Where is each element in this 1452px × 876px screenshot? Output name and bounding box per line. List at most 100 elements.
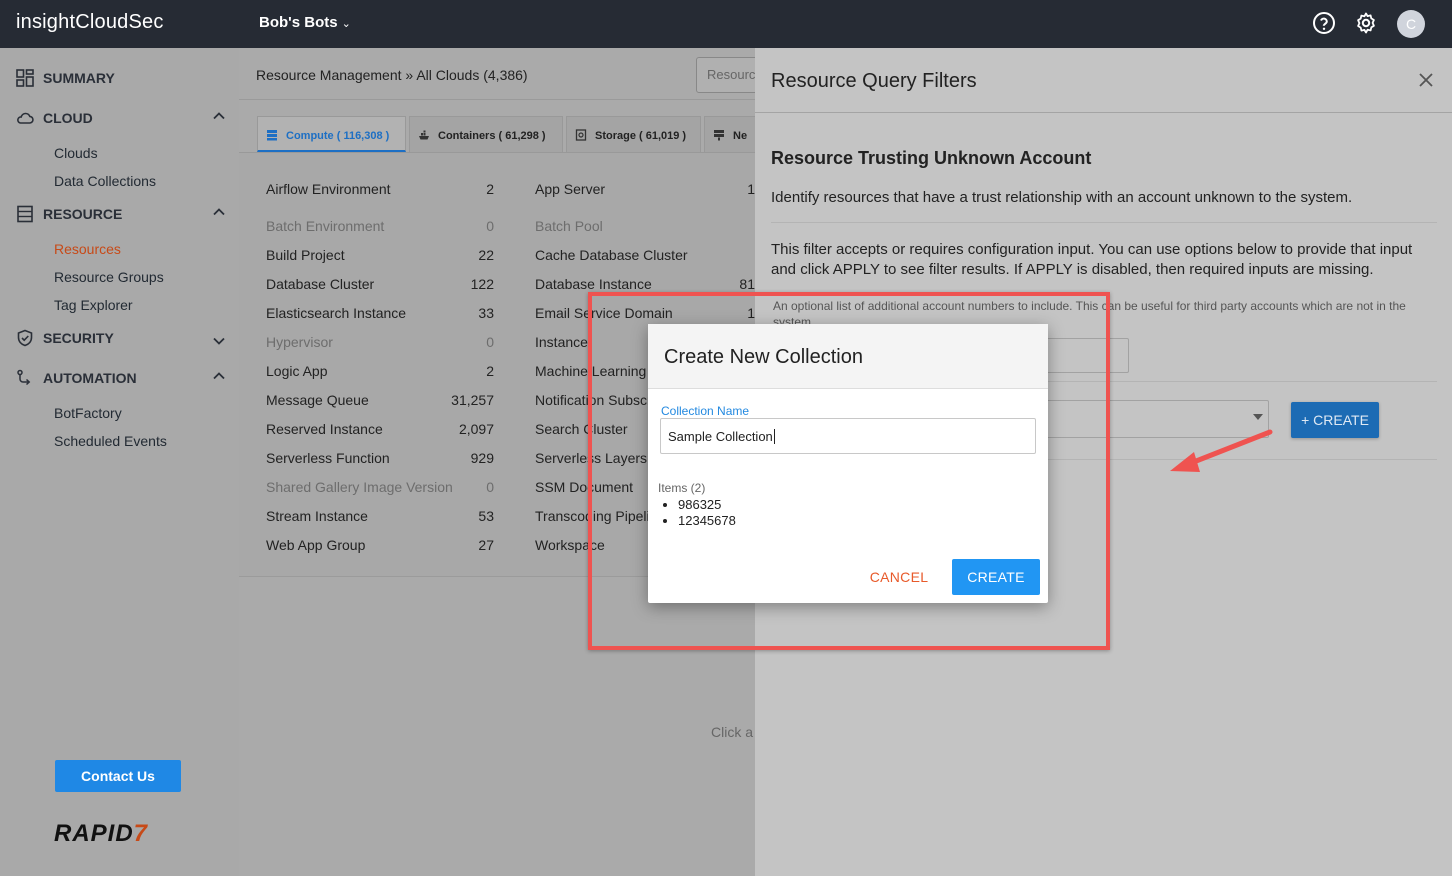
containers-icon [419,130,429,140]
resource-type-link[interactable]: Reserved Instance [266,421,383,437]
resource-type-link[interactable]: Search Cluster [535,421,628,437]
sidebar-item-clouds[interactable]: Clouds [54,145,98,161]
chevron-down-icon[interactable] [212,334,226,348]
resource-type-link[interactable]: Build Project [266,247,345,263]
close-icon[interactable] [1418,72,1434,88]
resource-count: 929 [470,450,494,466]
divider [771,222,1437,223]
sidebar-section-label: SECURITY [43,330,114,346]
resource-type-link[interactable]: Database Instance [535,276,652,292]
tab-label: Storage ( 61,019 ) [595,130,687,142]
filter-input-hint: An optional list of additional account n… [773,299,1406,326]
help-icon[interactable] [1312,11,1336,35]
resource-type-link[interactable]: Serverless Function [266,450,390,466]
org-name: Bob's Bots [259,14,338,31]
sidebar-item-scheduled-events[interactable]: Scheduled Events [54,433,167,449]
modal-title: Create New Collection [664,346,863,368]
sidebar-section-security[interactable]: SECURITY [16,328,114,348]
resource-type-link[interactable]: Web App Group [266,537,365,553]
resource-type-link[interactable]: Machine Learning [535,363,646,379]
drawer-title: Resource Query Filters [771,70,977,92]
tab-label: Compute ( 116,308 ) [286,130,390,142]
resource-type-link[interactable]: Serverless Layers [535,450,647,466]
resource-type-link[interactable]: Logic App [266,363,328,379]
tab-label: Containers ( 61,298 ) [438,130,546,142]
storage-icon [575,129,587,141]
sidebar-item-resource-groups[interactable]: Resource Groups [54,269,164,285]
resource-type-link[interactable]: Email Service Domain [535,305,673,321]
cloud-icon [17,112,34,124]
resource-count: 0 [486,479,494,495]
filter-note: This filter accepts or requires configur… [771,241,1413,278]
automation-icon [17,369,31,386]
resource-count: 81 [739,276,755,292]
sidebar-item-tag-explorer[interactable]: Tag Explorer [54,297,133,313]
items-label: Items (2) [658,481,706,495]
sidebar-section-label: RESOURCE [43,206,123,222]
sidebar-section-cloud[interactable]: CLOUD [16,108,93,128]
resource-type-link[interactable]: Database Cluster [266,276,374,292]
resource-type-link[interactable]: SSM Document [535,479,633,495]
resource-type-link[interactable]: Airflow Environment [266,181,391,197]
resource-type-link[interactable]: Transcoding Pipeli [535,508,650,524]
resource-type-link: Shared Gallery Image Version [266,479,453,495]
logo-seven: 7 [133,820,149,847]
cancel-button[interactable]: CANCEL [861,559,937,595]
resource-type-link: Batch Pool [535,218,603,234]
tab-storage[interactable]: Storage ( 61,019 ) [566,116,701,152]
brand-logo[interactable]: insightCloudSec [16,11,164,34]
create-button[interactable]: CREATE [952,559,1040,595]
resource-type-link[interactable]: Message Queue [266,392,369,408]
drawer-header: Resource Query Filters [755,48,1452,113]
resource-count: 0 [486,218,494,234]
resource-count: 53 [478,508,494,524]
sidebar-section-label: SUMMARY [43,70,115,86]
main-header: Resource Management » All Clouds (4,386)… [239,48,766,100]
sidebar-section-label: CLOUD [43,110,93,126]
resource-type-link[interactable]: Elasticsearch Instance [266,305,406,321]
dropdown-arrow-icon[interactable] [1253,414,1263,420]
avatar[interactable]: C [1397,10,1425,38]
chevron-up-icon[interactable] [212,109,226,123]
breadcrumb: Resource Management » All Clouds (4,386) [256,67,528,83]
gear-icon[interactable] [1354,11,1378,35]
sidebar-section-label: AUTOMATION [43,370,137,386]
resource-count: 0 [486,334,494,350]
items-list: 986325 12345678 [678,497,736,529]
tab-compute[interactable]: Compute ( 116,308 ) [257,116,406,152]
collection-name-value: Sample Collection [668,429,773,444]
resource-count: 33 [478,305,494,321]
top-bar: insightCloudSec Bob's Bots ⌄ C [0,0,1452,48]
compute-icon [267,130,277,141]
contact-us-button[interactable]: Contact Us [55,760,181,792]
sidebar-item-resources[interactable]: Resources [54,241,121,257]
org-switcher[interactable]: Bob's Bots ⌄ [259,14,351,31]
resource-count: 1 [747,305,755,321]
tab-label: Ne [733,130,748,142]
resource-type-link[interactable]: App Server [535,181,605,197]
create-collection-modal: Create New Collection Collection Name Sa… [648,324,1048,603]
resource-count: 2 [486,363,494,379]
sidebar-item-data-collections[interactable]: Data Collections [54,173,156,189]
create-collection-button[interactable]: + CREATE [1291,402,1379,438]
collection-name-input[interactable]: Sample Collection [660,418,1036,454]
filter-title: Resource Trusting Unknown Account [771,148,1092,168]
resource-type-link[interactable]: Cache Database Cluster [535,247,688,263]
filter-description: Identify resources that have a trust rel… [771,189,1353,206]
sidebar-item-botfactory[interactable]: BotFactory [54,405,122,421]
logo-text: RAPID [54,820,134,847]
resource-type-link[interactable]: Stream Instance [266,508,368,524]
chevron-up-icon[interactable] [212,205,226,219]
shield-icon [17,329,33,347]
resource-type-link[interactable]: Workspace [535,537,605,553]
chevron-up-icon[interactable] [212,369,226,383]
tab-containers[interactable]: Containers ( 61,298 ) [409,116,563,152]
sidebar-section-resource[interactable]: RESOURCE [16,204,122,224]
resource-type-link[interactable]: Instance [535,334,588,350]
sidebar-section-summary[interactable]: SUMMARY [16,68,115,88]
sidebar: SUMMARY CLOUD Clouds Data Collections RE… [0,48,239,876]
resource-count: 1 [747,181,755,197]
resource-type-link[interactable]: Notification Subscr [535,392,652,408]
sidebar-section-automation[interactable]: AUTOMATION [16,368,137,388]
resource-count: 22 [478,247,494,263]
